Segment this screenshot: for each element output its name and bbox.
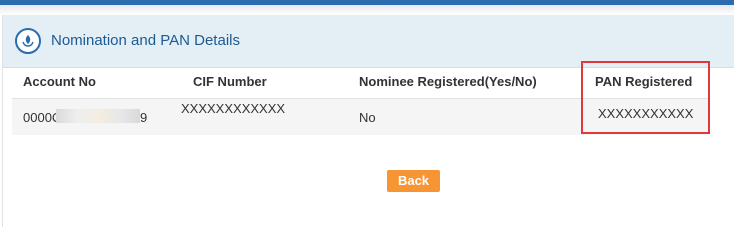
top-divider (0, 5, 734, 15)
back-button[interactable]: Back (387, 170, 440, 192)
account-number-suffix: 9 (140, 110, 148, 125)
column-header-nominee-registered: Nominee Registered(Yes/No) (359, 74, 537, 89)
nominee-registered-value: No (359, 110, 376, 125)
column-header-cif-number: CIF Number (193, 74, 267, 89)
nomination-leaf-icon (15, 28, 41, 54)
column-header-account-no: Account No (23, 74, 96, 89)
panel-title: Nomination and PAN Details (51, 32, 240, 49)
account-number-redaction (56, 109, 140, 123)
page: Nomination and PAN Details Account No CI… (0, 0, 734, 227)
pan-highlight-box (581, 61, 710, 134)
cif-number-value: XXXXXXXXXXXX (181, 101, 286, 116)
